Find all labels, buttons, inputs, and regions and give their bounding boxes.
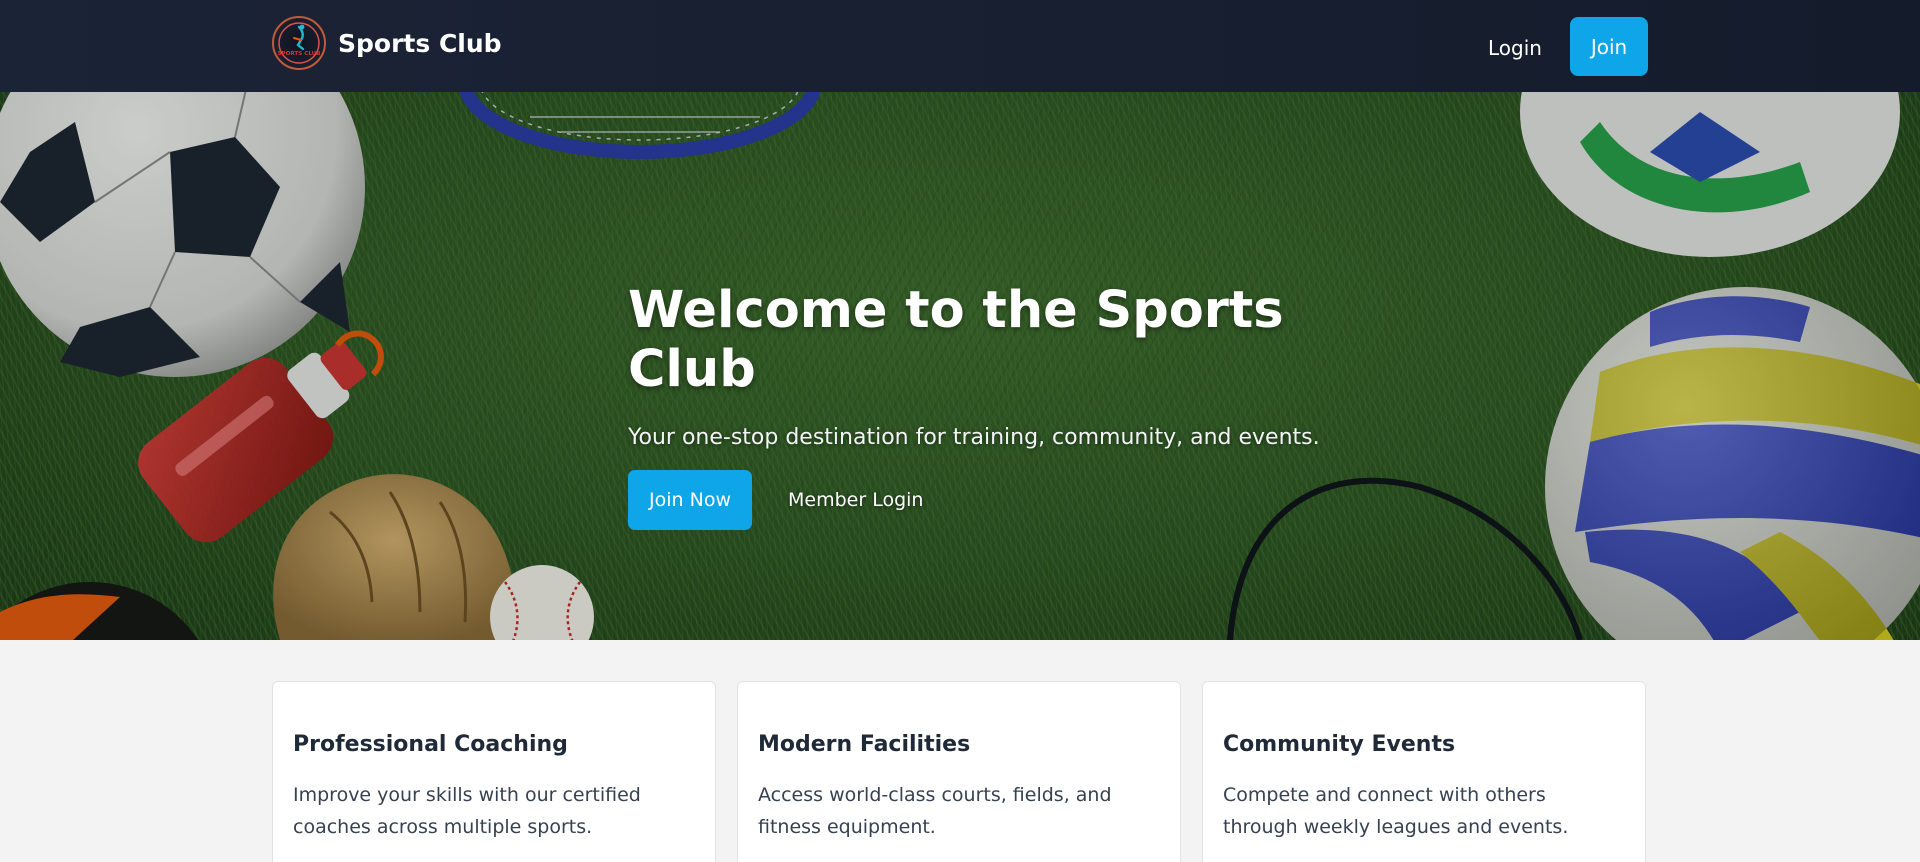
feature-card-title: Modern Facilities [758,732,971,757]
sports-club-logo-icon: SPORTS CLUB [272,16,326,70]
nav-join-button[interactable]: Join [1570,17,1648,76]
hero-section: Welcome to the Sports Club Your one-stop… [0,92,1920,640]
feature-card-title: Community Events [1223,732,1456,757]
nav-login-link[interactable]: Login [1488,30,1542,66]
feature-card-coaching: Professional Coaching Improve your skill… [272,681,716,862]
brand-name: Sports Club [338,28,502,58]
join-now-button[interactable]: Join Now [628,470,752,531]
hero-actions: Join Now Member Login [628,470,1348,531]
feature-card-title: Professional Coaching [293,732,568,757]
features-section: Professional Coaching Improve your skill… [272,681,1649,862]
hero-title: Welcome to the Sports Club [628,281,1284,399]
feature-card-events: Community Events Compete and connect wit… [1202,681,1646,862]
logo-wordmark: SPORTS CLUB [277,51,320,57]
hero-content: Welcome to the Sports Club Your one-stop… [628,281,1348,531]
hero-subtitle: Your one-stop destination for training, … [628,425,1320,451]
brand-link[interactable]: SPORTS CLUB Sports Club [272,14,502,72]
navbar: SPORTS CLUB Sports Club Login Join [0,0,1920,92]
feature-card-facilities: Modern Facilities Access world-class cou… [737,681,1181,862]
member-login-link[interactable]: Member Login [788,489,923,511]
feature-card-text: Access world-class courts, fields, and f… [758,784,1112,838]
feature-card-text: Improve your skills with our certified c… [293,784,641,838]
feature-card-text: Compete and connect with others through … [1223,784,1569,838]
